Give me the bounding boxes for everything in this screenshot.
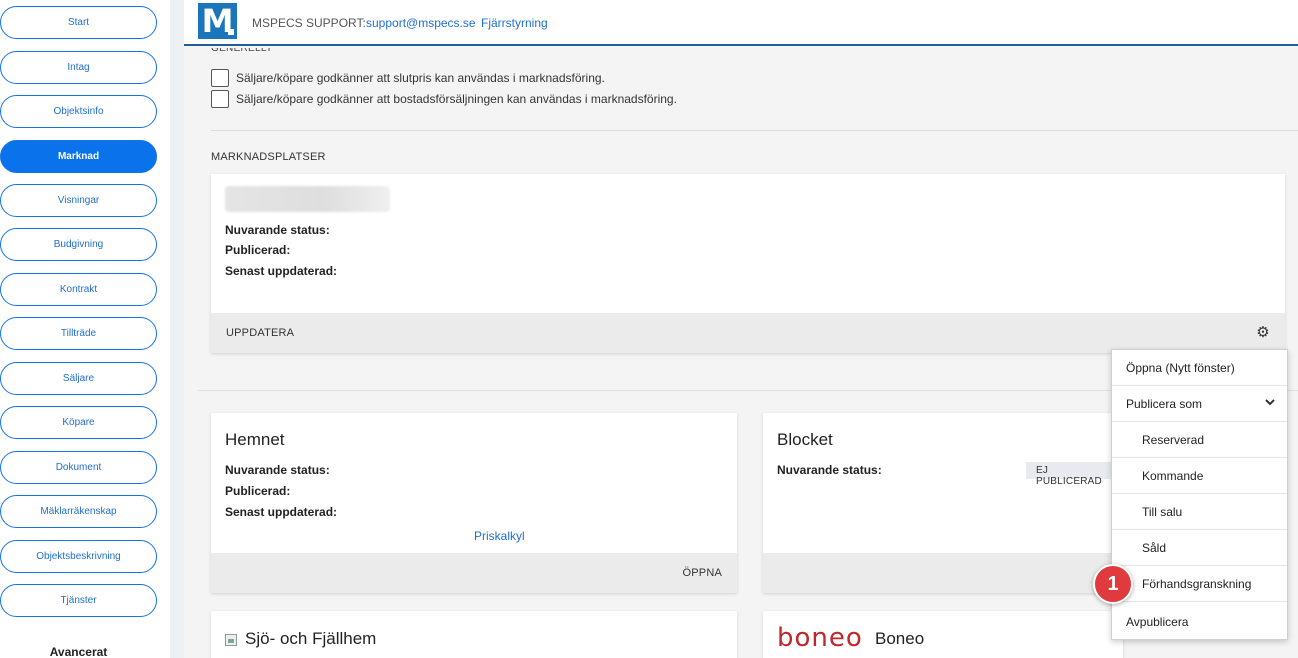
support-label: MSPECS SUPPORT: <box>252 16 366 30</box>
blocket-card: Blocket Nuvarande status: EJ PUBLICERAD <box>763 413 1123 593</box>
menu-item-sald[interactable]: Såld <box>1112 530 1287 566</box>
menu-item-forhandsgranskning[interactable]: Förhandsgranskning <box>1112 566 1287 602</box>
boneo-title: Boneo <box>875 629 925 648</box>
menu-item-avpublicera[interactable]: Avpublicera <box>1112 604 1287 640</box>
marketplaces-heading: MARKNADSPLATSER <box>211 151 326 163</box>
publish-as-label: Publicera som <box>1126 396 1203 411</box>
price-calc-link[interactable]: Priskalkyl <box>474 529 525 543</box>
checkbox-row-sale: Säljare/köpare godkänner att bostadsförs… <box>211 90 677 108</box>
sidebar: Start Intag Objektsinfo Marknad Visninga… <box>0 0 170 658</box>
menu-item-reserverad[interactable]: Reserverad <box>1112 422 1287 458</box>
final-price-checkbox[interactable] <box>211 69 229 87</box>
remote-control-link[interactable]: Fjärrstyrning <box>481 16 548 30</box>
sidebar-item-maklarrakenskap[interactable]: Mäklarräkenskap <box>0 495 157 528</box>
support-email-link[interactable]: support@mspecs.se <box>366 16 476 30</box>
sidebar-item-saljare[interactable]: Säljare <box>0 362 157 395</box>
sidebar-item-budgivning[interactable]: Budgivning <box>0 228 157 261</box>
hemnet-published-label: Publicerad: <box>225 484 291 498</box>
menu-item-till-salu[interactable]: Till salu <box>1112 494 1287 530</box>
sidebar-scroll-gutter <box>170 0 184 658</box>
checkbox-row-final-price: Säljare/köpare godkänner att slutpris ka… <box>211 69 605 87</box>
hemnet-open-button[interactable]: ÖPPNA <box>682 567 722 579</box>
marketplace-main-card: Nuvarande status: Publicerad: Senast upp… <box>211 174 1285 353</box>
boneo-card: boneo Boneo <box>763 611 1123 658</box>
sale-checkbox[interactable] <box>211 90 229 108</box>
blurred-marketplace-name <box>225 186 390 212</box>
chevron-down-icon <box>1265 399 1275 406</box>
mspecs-logo[interactable]: M <box>198 3 237 39</box>
hemnet-title: Hemnet <box>225 430 285 449</box>
sidebar-item-visningar[interactable]: Visningar <box>0 184 157 217</box>
hemnet-card-footer: ÖPPNA <box>211 553 737 593</box>
sjo-fjallhem-title-row: Sjö- och Fjällhem <box>225 629 376 649</box>
logo-dot <box>228 29 234 35</box>
sidebar-item-start[interactable]: Start <box>0 6 157 39</box>
sidebar-item-tilltrade[interactable]: Tillträde <box>0 317 157 350</box>
sidebar-item-kopare[interactable]: Köpare <box>0 406 157 439</box>
main-card-footer: UPPDATERA ⚙ <box>211 313 1285 353</box>
sidebar-item-marknad[interactable]: Marknad <box>0 140 157 173</box>
sidebar-item-objektsinfo[interactable]: Objektsinfo <box>0 95 157 128</box>
final-price-checkbox-label: Säljare/köpare godkänner att slutpris ka… <box>236 71 605 85</box>
hemnet-last-updated-label: Senast uppdaterad: <box>225 505 338 519</box>
sidebar-item-dokument[interactable]: Dokument <box>0 451 157 484</box>
main-published-label: Publicerad: <box>225 243 291 257</box>
sale-checkbox-label: Säljare/köpare godkänner att bostadsförs… <box>236 92 677 106</box>
boneo-logo: boneo <box>777 623 863 653</box>
menu-item-open-new-window[interactable]: Öppna (Nytt fönster) <box>1112 350 1287 386</box>
sidebar-item-tjanster[interactable]: Tjänster <box>0 584 157 617</box>
sjo-fjallhem-title: Sjö- och Fjällhem <box>245 629 377 648</box>
main-current-status-label: Nuvarande status: <box>225 223 330 237</box>
hemnet-current-status-label: Nuvarande status: <box>225 463 330 477</box>
step-badge: 1 <box>1093 564 1133 604</box>
sjo-fjallhem-card: Sjö- och Fjällhem <box>211 611 737 658</box>
top-header: M MSPECS SUPPORT: support@mspecs.se Fjär… <box>184 0 1298 46</box>
marketplace-actions-dropdown: Öppna (Nytt fönster) Publicera som Reser… <box>1111 349 1288 640</box>
hemnet-card: Hemnet Nuvarande status: Publicerad: Sen… <box>211 413 737 593</box>
blocket-current-status-label: Nuvarande status: <box>777 463 882 477</box>
sidebar-advanced-heading: Avancerat <box>49 645 108 658</box>
sidebar-item-objektsbeskrivning[interactable]: Objektsbeskrivning <box>0 540 157 573</box>
page-root: Start Intag Objektsinfo Marknad Visninga… <box>0 0 1298 658</box>
broken-image-icon <box>225 633 237 646</box>
blocket-title: Blocket <box>777 430 833 449</box>
main-content: GENERELLT Säljare/köpare godkänner att s… <box>198 46 1298 390</box>
main-last-updated-label: Senast uppdaterad: <box>225 264 338 278</box>
sidebar-item-kontrakt[interactable]: Kontrakt <box>0 273 157 306</box>
update-button[interactable]: UPPDATERA <box>226 327 294 339</box>
sidebar-item-intag[interactable]: Intag <box>0 51 157 84</box>
menu-item-kommande[interactable]: Kommande <box>1112 458 1287 494</box>
blocket-card-footer <box>763 553 1123 593</box>
menu-item-publish-as[interactable]: Publicera som <box>1112 386 1287 422</box>
section-divider <box>211 130 1298 131</box>
blocket-status-badge: EJ PUBLICERAD <box>1026 462 1123 487</box>
gear-icon[interactable]: ⚙ <box>1255 325 1271 341</box>
general-section-label: GENERELLT <box>211 48 273 54</box>
